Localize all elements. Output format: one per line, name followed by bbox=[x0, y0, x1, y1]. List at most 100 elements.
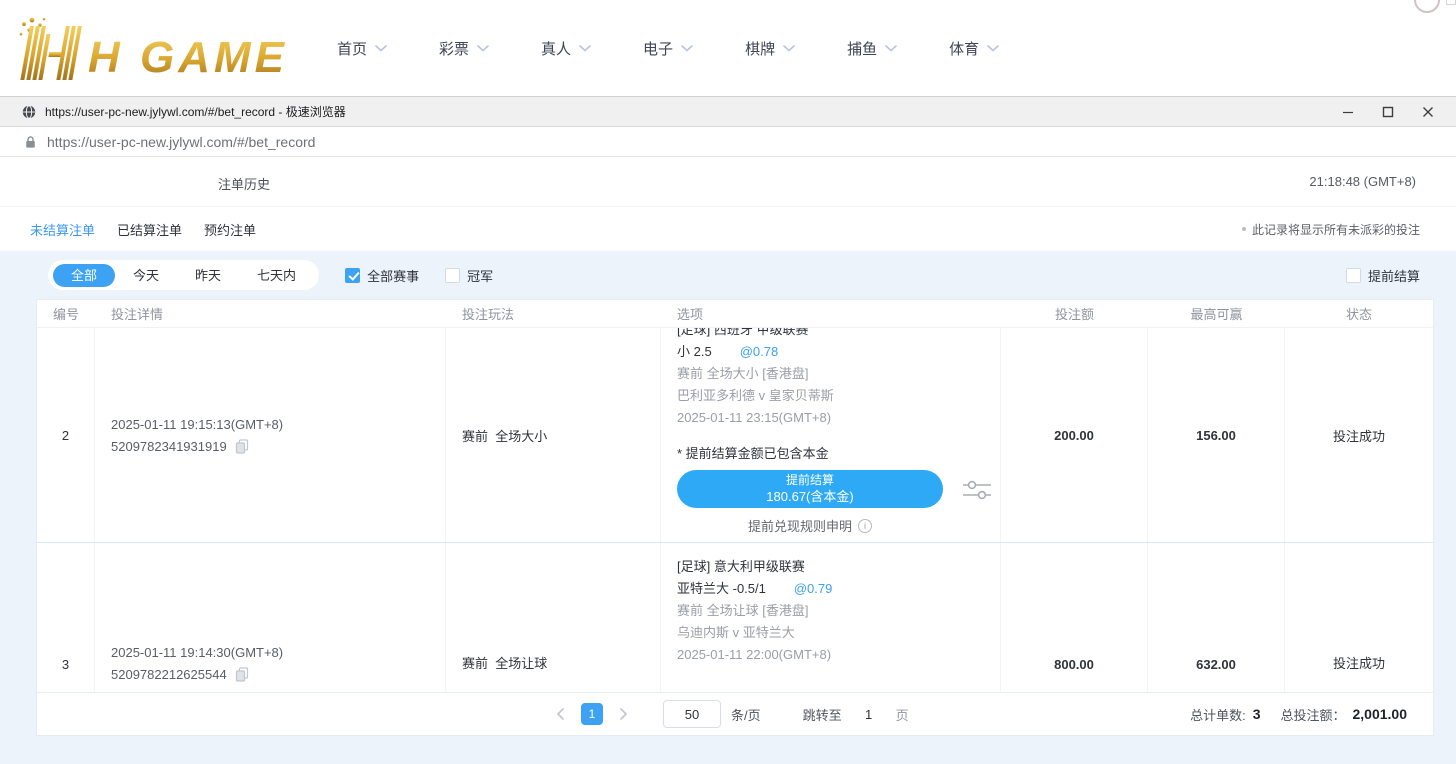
match-time: 2025-01-11 22:00(GMT+8) bbox=[677, 644, 1000, 666]
nav-item-lottery[interactable]: 彩票 bbox=[439, 38, 489, 59]
chevron-down-icon bbox=[681, 45, 693, 52]
cashout-note: * 提前结算金额已包含本金 bbox=[677, 444, 1000, 464]
per-page-label: 条/页 bbox=[731, 705, 761, 724]
header-maxwin: 最高可赢 bbox=[1148, 304, 1285, 323]
bullet-dot-icon bbox=[1242, 227, 1246, 231]
browser-window: https://user-pc-new.jylywl.com/#/bet_rec… bbox=[0, 96, 1456, 764]
early-settle-checkbox[interactable]: 提前结算 bbox=[1346, 266, 1420, 285]
early-settle-label: 提前结算 bbox=[1368, 266, 1420, 285]
row-number: 3 bbox=[37, 543, 95, 692]
minimize-button[interactable] bbox=[1328, 98, 1368, 126]
close-button[interactable] bbox=[1408, 98, 1448, 126]
minimize-icon bbox=[1342, 106, 1354, 118]
info-icon[interactable] bbox=[858, 519, 872, 533]
total-count-value: 3 bbox=[1253, 706, 1261, 722]
bet-id: 5209782212625544 bbox=[111, 667, 227, 682]
logo-striped-h-emblem bbox=[20, 26, 82, 80]
nav-label: 捕鱼 bbox=[847, 38, 877, 59]
nav-item-sports[interactable]: 体育 bbox=[949, 38, 999, 59]
filter-yesterday[interactable]: 昨天 bbox=[177, 264, 239, 287]
total-amount-label: 总投注额： bbox=[1280, 705, 1345, 724]
cashout-area: 提前结算 180.67(含本金) bbox=[677, 470, 943, 535]
clock: 21:18:48 (GMT+8) bbox=[1309, 174, 1416, 189]
tab-unsettled[interactable]: 未结算注单 bbox=[30, 220, 95, 239]
bet-detail-cell: 2025-01-11 19:14:30(GMT+8) 5209782212625… bbox=[95, 543, 446, 692]
nav-item-live[interactable]: 真人 bbox=[541, 38, 591, 59]
all-events-label: 全部赛事 bbox=[367, 266, 419, 285]
max-win: 632.00 bbox=[1148, 543, 1285, 692]
hh-game-logo[interactable]: H GAME bbox=[10, 14, 295, 84]
cashout-button[interactable]: 提前结算 180.67(含本金) bbox=[677, 470, 943, 508]
nav-item-home[interactable]: 首页 bbox=[337, 38, 387, 59]
bet-amount: 200.00 bbox=[1001, 328, 1148, 542]
pagination-bar: 1 条/页 跳转至 页 总计单数: 3 bbox=[37, 693, 1433, 735]
browser-titlebar[interactable]: https://user-pc-new.jylywl.com/#/bet_rec… bbox=[0, 97, 1456, 127]
total-count-label: 总计单数: bbox=[1190, 705, 1246, 724]
nav-label: 体育 bbox=[949, 38, 979, 59]
tab-settled[interactable]: 已结算注单 bbox=[117, 220, 182, 239]
market: 赛前 全场让球 [香港盘] bbox=[677, 600, 1000, 622]
chevron-down-icon bbox=[885, 45, 897, 52]
pick-line: 小 2.5 @0.78 bbox=[677, 341, 1000, 363]
nav-item-fishing[interactable]: 捕鱼 bbox=[847, 38, 897, 59]
copy-icon[interactable] bbox=[235, 667, 249, 682]
tab-row: 未结算注单 已结算注单 预约注单 此记录将显示所有未派彩的投注 bbox=[0, 207, 1456, 251]
chevron-down-icon bbox=[579, 45, 591, 52]
chevron-down-icon bbox=[375, 45, 387, 52]
chevron-right-icon bbox=[620, 708, 628, 720]
market: 赛前 全场大小 [香港盘] bbox=[677, 363, 1000, 385]
champion-label: 冠军 bbox=[467, 266, 493, 285]
table-row: 3 2025-01-11 19:14:30(GMT+8) 52097822126… bbox=[37, 543, 1433, 693]
tab-reserved[interactable]: 预约注单 bbox=[204, 220, 256, 239]
copy-icon[interactable] bbox=[235, 439, 249, 454]
header-no: 编号 bbox=[37, 304, 95, 323]
filter-all[interactable]: 全部 bbox=[53, 264, 115, 287]
pick: 小 2.5 bbox=[677, 341, 712, 363]
logo-text: H GAME bbox=[88, 33, 288, 82]
status-badge: 投注成功 bbox=[1285, 543, 1433, 692]
date-filter-group: 全部 今天 昨天 七天内 bbox=[48, 260, 319, 290]
totals: 总计单数: 3 总投注额： 2,001.00 bbox=[1190, 705, 1433, 724]
nav-label: 彩票 bbox=[439, 38, 469, 59]
cashout-rules-link[interactable]: 提前兑现规则申明 bbox=[677, 516, 943, 535]
nav-item-cards[interactable]: 棋牌 bbox=[745, 38, 795, 59]
record-note-text: 此记录将显示所有未派彩的投注 bbox=[1252, 221, 1420, 238]
filter-today[interactable]: 今天 bbox=[115, 264, 177, 287]
nav-item-slots[interactable]: 电子 bbox=[643, 38, 693, 59]
maximize-icon bbox=[1382, 106, 1394, 118]
header-amount: 投注额 bbox=[1001, 304, 1148, 323]
filter-row: 全部 今天 昨天 七天内 全部赛事 冠军 提前结算 bbox=[0, 251, 1456, 299]
chevron-down-icon bbox=[477, 45, 489, 52]
page-unit-label: 页 bbox=[896, 705, 909, 724]
match: 巴利亚多利德 v 皇家贝蒂斯 bbox=[677, 385, 1000, 407]
prev-page-button[interactable] bbox=[549, 703, 571, 725]
corner-widget-icon bbox=[1446, 0, 1456, 5]
champion-checkbox[interactable]: 冠军 bbox=[445, 266, 493, 285]
bet-id-line: 5209782341931919 bbox=[111, 439, 445, 454]
page-number-button[interactable]: 1 bbox=[581, 703, 603, 725]
lock-icon bbox=[25, 135, 36, 149]
total-amount-pair: 总投注额： 2,001.00 bbox=[1280, 705, 1407, 724]
browser-addressbar[interactable]: https://user-pc-new.jylywl.com/#/bet_rec… bbox=[0, 127, 1456, 157]
maximize-button[interactable] bbox=[1368, 98, 1408, 126]
bet-amount: 800.00 bbox=[1001, 543, 1148, 692]
all-events-checkbox[interactable]: 全部赛事 bbox=[345, 266, 419, 285]
match-time: 2025-01-11 23:15(GMT+8) bbox=[677, 407, 1000, 429]
record-note: 此记录将显示所有未派彩的投注 bbox=[1242, 221, 1420, 238]
bet-record-page: 注单历史 21:18:48 (GMT+8) 未结算注单 已结算注单 预约注单 此… bbox=[0, 157, 1456, 764]
page-size-input[interactable] bbox=[663, 700, 721, 728]
jump-to-label: 跳转至 bbox=[803, 705, 842, 724]
filter-seven-days[interactable]: 七天内 bbox=[239, 264, 314, 287]
jump-page-input[interactable] bbox=[852, 701, 886, 727]
bet-table: 编号 投注详情 投注玩法 选项 投注额 最高可赢 状态 2 2025-01-11… bbox=[36, 299, 1434, 736]
cashout-rules-text: 提前兑现规则申明 bbox=[748, 516, 852, 535]
header-detail: 投注详情 bbox=[95, 304, 446, 323]
next-page-button[interactable] bbox=[613, 703, 635, 725]
window-controls bbox=[1328, 98, 1448, 126]
content-header: 注单历史 21:18:48 (GMT+8) bbox=[0, 157, 1456, 207]
pager: 1 条/页 跳转至 页 bbox=[549, 700, 909, 728]
pick: 亚特兰大 -0.5/1 bbox=[677, 578, 766, 600]
sliders-settings-icon[interactable] bbox=[961, 477, 993, 506]
checkbox-unchecked-icon bbox=[445, 268, 460, 283]
bet-time: 2025-01-11 19:14:30(GMT+8) bbox=[111, 645, 445, 660]
